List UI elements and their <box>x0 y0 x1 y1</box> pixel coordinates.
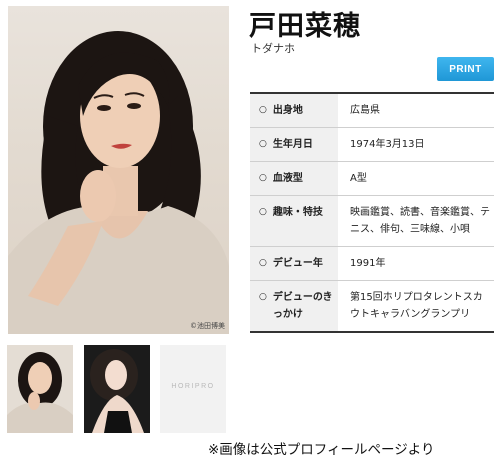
thumbnail-photo-1[interactable] <box>7 345 73 433</box>
horipro-logo: HORIPRO <box>171 383 215 390</box>
thumbnail-logo[interactable]: HORIPRO <box>160 345 226 433</box>
profile-row-debut-trigger: ○ デビューのきっかけ 第15回ホリプロタレントスカウトキャラバングランプリ <box>250 281 494 331</box>
profile-row-birthplace: ○ 出身地 広島県 <box>250 94 494 128</box>
bullet-circle-icon: ○ <box>259 105 267 115</box>
row-label: 生年月日 <box>272 139 313 150</box>
row-value: 広島県 <box>350 105 380 116</box>
row-label: デビューのきっかけ <box>272 292 333 320</box>
profile-row-debut-year: ○ デビュー年 1991年 <box>250 247 494 281</box>
bullet-circle-icon: ○ <box>259 207 267 217</box>
row-label: 趣味・特技 <box>272 207 323 218</box>
row-value: 第15回ホリプロタレントスカウトキャラバングランプリ <box>350 292 483 320</box>
row-value: 1974年3月13日 <box>350 139 425 150</box>
row-value: A型 <box>350 173 367 184</box>
bullet-circle-icon: ○ <box>259 139 267 149</box>
bullet-circle-icon: ○ <box>259 173 267 183</box>
profile-table: ○ 出身地 広島県 ○ 生年月日 1974年3月13日 ○ 血液型 A型 ○ 趣味・特技… <box>250 92 494 333</box>
profile-row-birthdate: ○ 生年月日 1974年3月13日 <box>250 128 494 162</box>
main-profile-photo: ©池田博美 <box>8 6 229 334</box>
row-label: デビュー年 <box>272 258 323 269</box>
bullet-circle-icon: ○ <box>259 292 267 302</box>
thumbnail-photo-2[interactable] <box>84 345 150 433</box>
profile-name: 戸田菜穂 <box>249 11 361 42</box>
row-value: 映画鑑賞、読書、音楽鑑賞、テニス、俳句、三味線、小唄 <box>350 207 490 235</box>
profile-row-hobbies: ○ 趣味・特技 映画鑑賞、読書、音楽鑑賞、テニス、俳句、三味線、小唄 <box>250 196 494 247</box>
print-button[interactable]: PRINT <box>437 57 494 81</box>
row-label: 出身地 <box>272 105 303 116</box>
profile-name-kana: トダナホ <box>251 42 295 55</box>
photo-credit: ©池田博美 <box>190 322 225 330</box>
bullet-circle-icon: ○ <box>259 258 267 268</box>
image-source-caption: ※画像は公式プロフィールページより <box>208 442 435 458</box>
row-label: 血液型 <box>272 173 303 184</box>
profile-row-bloodtype: ○ 血液型 A型 <box>250 162 494 196</box>
row-value: 1991年 <box>350 258 386 269</box>
